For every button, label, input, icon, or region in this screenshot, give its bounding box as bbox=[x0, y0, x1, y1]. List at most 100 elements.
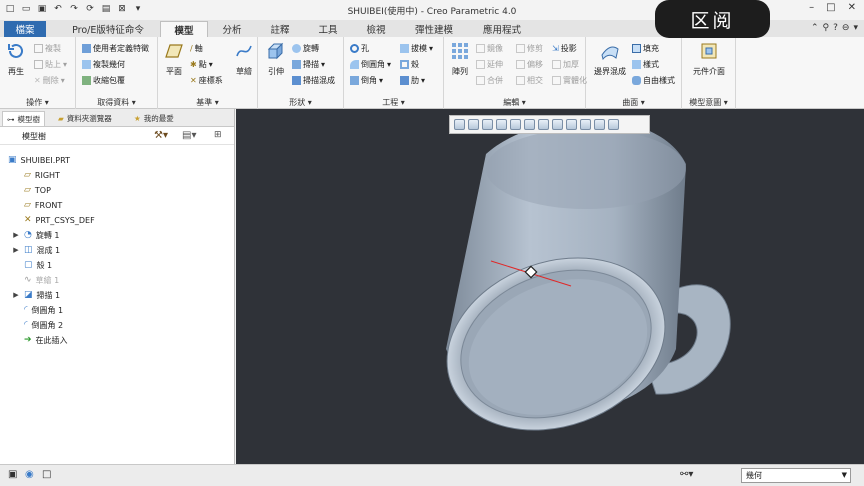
chamfer-button[interactable]: 倒角 ▾ bbox=[350, 75, 383, 86]
zoom-out-icon[interactable] bbox=[482, 119, 493, 130]
boundary-blend-button[interactable]: 邊界混成 bbox=[592, 41, 628, 77]
close-icon[interactable]: ✕ bbox=[848, 2, 856, 13]
tree-node[interactable]: ∿ 草繪 1 bbox=[12, 273, 59, 287]
sketch-button[interactable]: 草繪 bbox=[230, 41, 258, 77]
expand-icon[interactable]: ▶ bbox=[12, 231, 20, 239]
tab-analysis[interactable]: 分析 bbox=[212, 21, 252, 37]
draft-button[interactable]: 拔模 ▾ bbox=[400, 43, 433, 54]
mirror-button[interactable]: 鏡像 bbox=[476, 43, 503, 54]
datum-display-icon[interactable] bbox=[566, 119, 577, 130]
shell-button[interactable]: 殼 bbox=[400, 59, 419, 70]
tab-applications[interactable]: 應用程式 bbox=[470, 21, 534, 37]
trim-button[interactable]: 修剪 bbox=[516, 43, 543, 54]
revolve-button[interactable]: 旋轉 bbox=[292, 43, 319, 54]
browser-toggle-icon[interactable]: ◉ bbox=[25, 469, 34, 480]
sweep-button[interactable]: 掃描 ▾ bbox=[292, 59, 325, 70]
watermark-badge: 区阅 bbox=[655, 0, 770, 38]
csys-button[interactable]: ✕ 座標系 bbox=[190, 75, 223, 86]
tree-node[interactable]: ▶ ◔ 旋轉 1 bbox=[12, 228, 59, 242]
extend-button[interactable]: 延伸 bbox=[476, 59, 503, 70]
tree-node[interactable]: ✕ PRT_CSYS_DEF bbox=[12, 213, 95, 227]
spin-center-icon[interactable] bbox=[594, 119, 605, 130]
thicken-button[interactable]: 加厚 bbox=[552, 59, 579, 70]
ribbon-minimize-icon[interactable]: ⌃ bbox=[811, 23, 819, 33]
regen-button[interactable]: 再生 bbox=[2, 41, 30, 77]
graphics-area[interactable] bbox=[236, 109, 864, 464]
saved-views-icon[interactable] bbox=[524, 119, 535, 130]
component-interface-button[interactable]: 元件介面 bbox=[686, 41, 732, 77]
tree-node[interactable]: ▢ 殼 1 bbox=[12, 258, 52, 272]
merge-button[interactable]: 合併 bbox=[476, 75, 503, 86]
navigator-toggle-icon[interactable]: ▣ bbox=[8, 469, 17, 480]
tab-tools[interactable]: 工具 bbox=[306, 21, 350, 37]
style-button[interactable]: 樣式 bbox=[632, 59, 659, 70]
round-button[interactable]: 倒圓角 ▾ bbox=[350, 59, 391, 70]
community-icon[interactable]: ⊖ bbox=[842, 23, 850, 33]
axis-button[interactable]: / 軸 bbox=[190, 43, 203, 54]
tab-model[interactable]: 模型 bbox=[160, 21, 208, 37]
tree-node[interactable]: ▱ FRONT bbox=[12, 198, 62, 212]
copy-button[interactable]: 複製 bbox=[34, 43, 61, 54]
tree-node-label: RIGHT bbox=[34, 170, 60, 180]
tree-node[interactable]: ▶ ◫ 混成 1 bbox=[12, 243, 60, 257]
plane-button[interactable]: 平面 bbox=[160, 41, 188, 77]
display-style-icon[interactable] bbox=[538, 119, 549, 130]
tree-node[interactable]: ◜ 倒圓角 2 bbox=[12, 318, 63, 332]
tab-view[interactable]: 檢視 bbox=[354, 21, 398, 37]
extrude-button[interactable]: 引伸 bbox=[262, 41, 290, 77]
shrinkwrap-button[interactable]: 收縮包覆 bbox=[82, 75, 125, 86]
expand-icon[interactable]: ▶ bbox=[12, 246, 20, 254]
tree-node[interactable]: ▣ SHUIBEI.PRT bbox=[8, 153, 70, 167]
tab-model-tree[interactable]: ⊶ 模型樹 bbox=[2, 111, 45, 126]
copy-geometry-icon bbox=[82, 60, 91, 69]
intersect-button[interactable]: 相交 bbox=[516, 75, 543, 86]
solidify-button[interactable]: 實體化 bbox=[552, 75, 587, 86]
copy-geometry-button[interactable]: 複製幾何 bbox=[82, 59, 125, 70]
tab-annotate[interactable]: 註釋 bbox=[258, 21, 302, 37]
udf-button[interactable]: 使用者定義特徵 bbox=[82, 43, 149, 54]
chevron-down-icon[interactable]: ▾ bbox=[853, 23, 858, 33]
paste-button[interactable]: 貼上 ▾ bbox=[34, 59, 67, 70]
fullscreen-icon[interactable]: □ bbox=[42, 469, 51, 480]
expand-icon[interactable]: ▶ bbox=[12, 291, 20, 299]
columns-icon[interactable]: ⊞ bbox=[214, 130, 222, 140]
tab-flexible-modeling[interactable]: 彈性建模 bbox=[402, 21, 466, 37]
hole-button[interactable]: 孔 bbox=[350, 43, 369, 54]
repaint-icon[interactable] bbox=[496, 119, 507, 130]
help-icon[interactable]: ? bbox=[833, 23, 838, 33]
tab-proe-commands[interactable]: Pro/E版特征命令 bbox=[60, 21, 156, 37]
settings-icon[interactable]: ⚒▾ bbox=[154, 130, 168, 141]
pattern-button[interactable]: 陣列 bbox=[446, 41, 474, 77]
selection-filter[interactable]: 幾何 ▼ bbox=[741, 468, 851, 483]
insert-here-icon: ➔ bbox=[24, 335, 32, 345]
reorient-icon[interactable] bbox=[510, 119, 521, 130]
maximize-icon[interactable]: □ bbox=[826, 2, 835, 13]
annotation-display-icon[interactable] bbox=[580, 119, 591, 130]
point-button[interactable]: ✱ 點 ▾ bbox=[190, 59, 213, 70]
zoom-in-icon[interactable] bbox=[468, 119, 479, 130]
freeform-button[interactable]: 自由樣式 bbox=[632, 75, 675, 86]
rib-button[interactable]: 肋 ▾ bbox=[400, 75, 425, 86]
offset-button[interactable]: 偏移 bbox=[516, 59, 543, 70]
tree-node[interactable]: ◜ 倒圓角 1 bbox=[12, 303, 63, 317]
tab-file[interactable]: 檔案 bbox=[4, 21, 46, 37]
view-manager-icon[interactable] bbox=[552, 119, 563, 130]
tree-node[interactable]: ▱ TOP bbox=[12, 183, 51, 197]
project-button[interactable]: ⇲ 投影 bbox=[552, 43, 577, 54]
tab-folder-browser[interactable]: ▰ 資料夾瀏覽器 bbox=[54, 111, 116, 126]
find-icon[interactable]: ⚯▾ bbox=[680, 469, 693, 480]
fill-button[interactable]: 填充 bbox=[632, 43, 659, 54]
refit-icon[interactable] bbox=[454, 119, 465, 130]
swept-blend-button[interactable]: 掃描混成 bbox=[292, 75, 335, 86]
tab-favorites[interactable]: ★ 我的最愛 bbox=[130, 111, 178, 126]
perspective-icon[interactable] bbox=[608, 119, 619, 130]
group-model-intent: 元件介面 模型意圖 ▾ bbox=[682, 37, 736, 109]
tree-node[interactable]: ▶ ◪ 掃描 1 bbox=[12, 288, 60, 302]
minimize-icon[interactable]: – bbox=[809, 2, 814, 13]
intersect-icon bbox=[516, 76, 525, 85]
tree-node[interactable]: ➔ 在此插入 bbox=[12, 333, 68, 347]
show-icon[interactable]: ▤▾ bbox=[182, 130, 196, 141]
search-icon[interactable]: ⚲ bbox=[823, 23, 830, 33]
tree-node[interactable]: ▱ RIGHT bbox=[12, 168, 60, 182]
delete-button[interactable]: ✕ 刪除 ▾ bbox=[34, 75, 65, 86]
